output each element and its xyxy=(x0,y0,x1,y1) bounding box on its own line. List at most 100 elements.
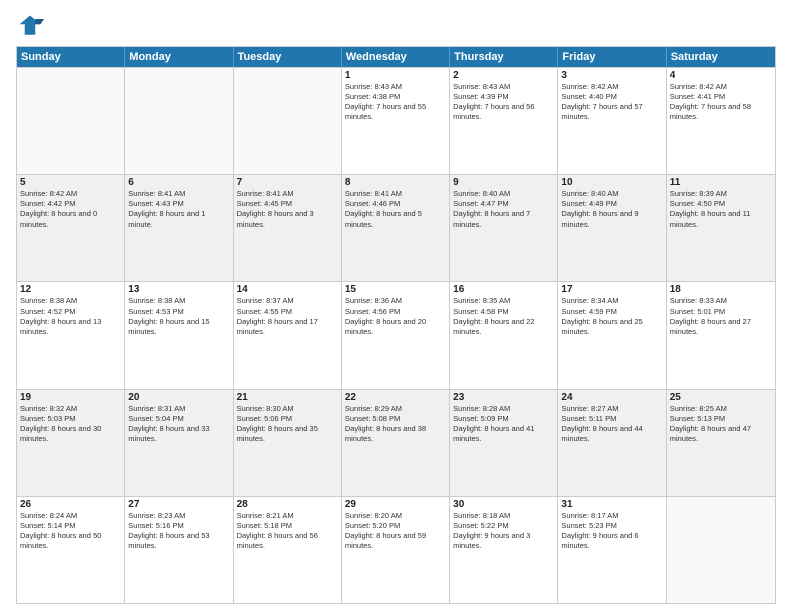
calendar-cell: 14Sunrise: 8:37 AM Sunset: 4:55 PM Dayli… xyxy=(234,282,342,388)
calendar-cell: 2Sunrise: 8:43 AM Sunset: 4:39 PM Daylig… xyxy=(450,68,558,174)
calendar-row: 5Sunrise: 8:42 AM Sunset: 4:42 PM Daylig… xyxy=(17,174,775,281)
calendar-row: 19Sunrise: 8:32 AM Sunset: 5:03 PM Dayli… xyxy=(17,389,775,496)
cell-info: Sunrise: 8:43 AM Sunset: 4:39 PM Dayligh… xyxy=(453,82,554,123)
calendar-cell: 20Sunrise: 8:31 AM Sunset: 5:04 PM Dayli… xyxy=(125,390,233,496)
cell-info: Sunrise: 8:41 AM Sunset: 4:45 PM Dayligh… xyxy=(237,189,338,230)
calendar-cell: 17Sunrise: 8:34 AM Sunset: 4:59 PM Dayli… xyxy=(558,282,666,388)
day-number: 15 xyxy=(345,284,446,295)
cal-header-day: Monday xyxy=(125,47,233,67)
cell-info: Sunrise: 8:36 AM Sunset: 4:56 PM Dayligh… xyxy=(345,296,446,337)
cell-info: Sunrise: 8:43 AM Sunset: 4:38 PM Dayligh… xyxy=(345,82,446,123)
calendar-cell: 29Sunrise: 8:20 AM Sunset: 5:20 PM Dayli… xyxy=(342,497,450,603)
day-number: 10 xyxy=(561,177,662,188)
calendar-row: 12Sunrise: 8:38 AM Sunset: 4:52 PM Dayli… xyxy=(17,281,775,388)
calendar-cell: 8Sunrise: 8:41 AM Sunset: 4:46 PM Daylig… xyxy=(342,175,450,281)
cell-info: Sunrise: 8:30 AM Sunset: 5:06 PM Dayligh… xyxy=(237,404,338,445)
day-number: 1 xyxy=(345,70,446,81)
cal-header-day: Wednesday xyxy=(342,47,450,67)
calendar-cell: 1Sunrise: 8:43 AM Sunset: 4:38 PM Daylig… xyxy=(342,68,450,174)
day-number: 17 xyxy=(561,284,662,295)
calendar-cell: 12Sunrise: 8:38 AM Sunset: 4:52 PM Dayli… xyxy=(17,282,125,388)
calendar-cell: 7Sunrise: 8:41 AM Sunset: 4:45 PM Daylig… xyxy=(234,175,342,281)
day-number: 13 xyxy=(128,284,229,295)
calendar-cell: 5Sunrise: 8:42 AM Sunset: 4:42 PM Daylig… xyxy=(17,175,125,281)
cal-header-day: Friday xyxy=(558,47,666,67)
cell-info: Sunrise: 8:23 AM Sunset: 5:16 PM Dayligh… xyxy=(128,511,229,552)
calendar-cell xyxy=(17,68,125,174)
day-number: 16 xyxy=(453,284,554,295)
day-number: 21 xyxy=(237,392,338,403)
calendar-cell: 15Sunrise: 8:36 AM Sunset: 4:56 PM Dayli… xyxy=(342,282,450,388)
cell-info: Sunrise: 8:32 AM Sunset: 5:03 PM Dayligh… xyxy=(20,404,121,445)
calendar-cell: 27Sunrise: 8:23 AM Sunset: 5:16 PM Dayli… xyxy=(125,497,233,603)
cell-info: Sunrise: 8:42 AM Sunset: 4:40 PM Dayligh… xyxy=(561,82,662,123)
calendar-cell: 13Sunrise: 8:38 AM Sunset: 4:53 PM Dayli… xyxy=(125,282,233,388)
day-number: 26 xyxy=(20,499,121,510)
cell-info: Sunrise: 8:34 AM Sunset: 4:59 PM Dayligh… xyxy=(561,296,662,337)
cell-info: Sunrise: 8:41 AM Sunset: 4:43 PM Dayligh… xyxy=(128,189,229,230)
cell-info: Sunrise: 8:37 AM Sunset: 4:55 PM Dayligh… xyxy=(237,296,338,337)
day-number: 6 xyxy=(128,177,229,188)
calendar-cell xyxy=(125,68,233,174)
logo xyxy=(16,12,48,40)
day-number: 24 xyxy=(561,392,662,403)
calendar-cell xyxy=(234,68,342,174)
cell-info: Sunrise: 8:41 AM Sunset: 4:46 PM Dayligh… xyxy=(345,189,446,230)
calendar-cell: 28Sunrise: 8:21 AM Sunset: 5:18 PM Dayli… xyxy=(234,497,342,603)
calendar-cell: 31Sunrise: 8:17 AM Sunset: 5:23 PM Dayli… xyxy=(558,497,666,603)
day-number: 23 xyxy=(453,392,554,403)
calendar-cell: 22Sunrise: 8:29 AM Sunset: 5:08 PM Dayli… xyxy=(342,390,450,496)
logo-icon xyxy=(16,12,44,40)
cell-info: Sunrise: 8:20 AM Sunset: 5:20 PM Dayligh… xyxy=(345,511,446,552)
cell-info: Sunrise: 8:21 AM Sunset: 5:18 PM Dayligh… xyxy=(237,511,338,552)
calendar-cell: 26Sunrise: 8:24 AM Sunset: 5:14 PM Dayli… xyxy=(17,497,125,603)
cell-info: Sunrise: 8:40 AM Sunset: 4:47 PM Dayligh… xyxy=(453,189,554,230)
day-number: 31 xyxy=(561,499,662,510)
cell-info: Sunrise: 8:38 AM Sunset: 4:52 PM Dayligh… xyxy=(20,296,121,337)
calendar-cell: 4Sunrise: 8:42 AM Sunset: 4:41 PM Daylig… xyxy=(667,68,775,174)
day-number: 12 xyxy=(20,284,121,295)
day-number: 5 xyxy=(20,177,121,188)
calendar-cell: 25Sunrise: 8:25 AM Sunset: 5:13 PM Dayli… xyxy=(667,390,775,496)
day-number: 28 xyxy=(237,499,338,510)
calendar-cell: 23Sunrise: 8:28 AM Sunset: 5:09 PM Dayli… xyxy=(450,390,558,496)
cal-header-day: Thursday xyxy=(450,47,558,67)
cell-info: Sunrise: 8:25 AM Sunset: 5:13 PM Dayligh… xyxy=(670,404,772,445)
day-number: 20 xyxy=(128,392,229,403)
calendar-cell: 16Sunrise: 8:35 AM Sunset: 4:58 PM Dayli… xyxy=(450,282,558,388)
calendar-cell: 19Sunrise: 8:32 AM Sunset: 5:03 PM Dayli… xyxy=(17,390,125,496)
calendar-body: 1Sunrise: 8:43 AM Sunset: 4:38 PM Daylig… xyxy=(17,67,775,603)
calendar-cell: 11Sunrise: 8:39 AM Sunset: 4:50 PM Dayli… xyxy=(667,175,775,281)
cell-info: Sunrise: 8:33 AM Sunset: 5:01 PM Dayligh… xyxy=(670,296,772,337)
header xyxy=(16,12,776,40)
day-number: 7 xyxy=(237,177,338,188)
cell-info: Sunrise: 8:31 AM Sunset: 5:04 PM Dayligh… xyxy=(128,404,229,445)
day-number: 11 xyxy=(670,177,772,188)
cell-info: Sunrise: 8:42 AM Sunset: 4:41 PM Dayligh… xyxy=(670,82,772,123)
calendar-row: 26Sunrise: 8:24 AM Sunset: 5:14 PM Dayli… xyxy=(17,496,775,603)
day-number: 3 xyxy=(561,70,662,81)
cell-info: Sunrise: 8:18 AM Sunset: 5:22 PM Dayligh… xyxy=(453,511,554,552)
day-number: 2 xyxy=(453,70,554,81)
cal-header-day: Saturday xyxy=(667,47,775,67)
calendar: SundayMondayTuesdayWednesdayThursdayFrid… xyxy=(16,46,776,604)
day-number: 4 xyxy=(670,70,772,81)
day-number: 18 xyxy=(670,284,772,295)
cal-header-day: Tuesday xyxy=(234,47,342,67)
day-number: 30 xyxy=(453,499,554,510)
calendar-cell: 3Sunrise: 8:42 AM Sunset: 4:40 PM Daylig… xyxy=(558,68,666,174)
day-number: 25 xyxy=(670,392,772,403)
cell-info: Sunrise: 8:42 AM Sunset: 4:42 PM Dayligh… xyxy=(20,189,121,230)
day-number: 22 xyxy=(345,392,446,403)
day-number: 19 xyxy=(20,392,121,403)
cell-info: Sunrise: 8:40 AM Sunset: 4:49 PM Dayligh… xyxy=(561,189,662,230)
day-number: 9 xyxy=(453,177,554,188)
day-number: 8 xyxy=(345,177,446,188)
cell-info: Sunrise: 8:35 AM Sunset: 4:58 PM Dayligh… xyxy=(453,296,554,337)
calendar-cell: 21Sunrise: 8:30 AM Sunset: 5:06 PM Dayli… xyxy=(234,390,342,496)
calendar-cell xyxy=(667,497,775,603)
day-number: 14 xyxy=(237,284,338,295)
cell-info: Sunrise: 8:24 AM Sunset: 5:14 PM Dayligh… xyxy=(20,511,121,552)
cell-info: Sunrise: 8:38 AM Sunset: 4:53 PM Dayligh… xyxy=(128,296,229,337)
calendar-cell: 9Sunrise: 8:40 AM Sunset: 4:47 PM Daylig… xyxy=(450,175,558,281)
